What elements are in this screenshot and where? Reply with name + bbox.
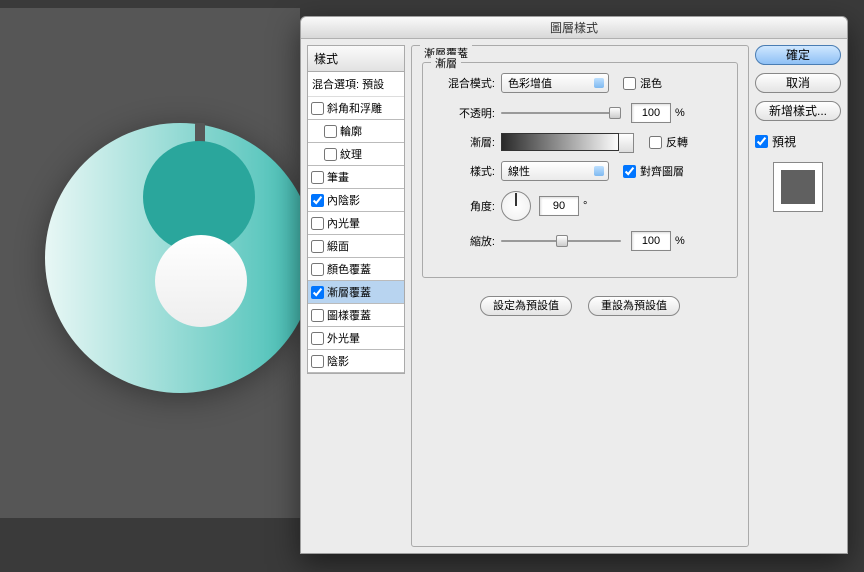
style-checkbox[interactable] <box>311 286 324 299</box>
ok-button[interactable]: 確定 <box>755 45 841 65</box>
style-label: 顏色覆蓋 <box>327 261 371 277</box>
scale-label: 縮放: <box>433 233 495 249</box>
settings-panel: 漸層覆蓋 漸層 混合模式: 色彩增值 混色 不透明: 100 % 漸層: <box>411 45 749 547</box>
style-row[interactable]: 紋理 <box>308 143 404 166</box>
new-style-button[interactable]: 新增樣式... <box>755 101 841 121</box>
style-checkbox[interactable] <box>311 263 324 276</box>
reset-default-button[interactable]: 重設為預設值 <box>588 296 680 316</box>
blend-options-row[interactable]: 混合選項: 預設 <box>308 72 404 97</box>
styles-list: 樣式 混合選項: 預設 斜角和浮雕輪廓紋理筆畫內陰影內光暈緞面顏色覆蓋漸層覆蓋圖… <box>307 45 405 374</box>
style-row[interactable]: 筆畫 <box>308 166 404 189</box>
canvas-background <box>0 8 300 518</box>
style-checkbox[interactable] <box>311 217 324 230</box>
style-row[interactable]: 斜角和浮雕 <box>308 97 404 120</box>
style-label: 紋理 <box>340 146 362 162</box>
style-checkbox[interactable] <box>324 148 337 161</box>
gradient-fieldset-title: 漸層 <box>431 55 461 71</box>
style-row[interactable]: 緞面 <box>308 235 404 258</box>
style-label: 外光暈 <box>327 330 360 346</box>
layer-style-dialog: 圖層樣式 樣式 混合選項: 預設 斜角和浮雕輪廓紋理筆畫內陰影內光暈緞面顏色覆蓋… <box>300 16 848 554</box>
style-row[interactable]: 顏色覆蓋 <box>308 258 404 281</box>
blend-mode-label: 混合模式: <box>433 75 495 91</box>
style-label: 圖樣覆蓋 <box>327 307 371 323</box>
style-label: 內光暈 <box>327 215 360 231</box>
opacity-unit: % <box>675 107 685 119</box>
style-label: 漸層覆蓋 <box>327 284 371 300</box>
action-column: 確定 取消 新增樣式... 預視 <box>755 45 841 547</box>
style-row[interactable]: 內光暈 <box>308 212 404 235</box>
preview-checkbox[interactable]: 預視 <box>755 133 841 150</box>
scale-slider[interactable] <box>501 233 621 249</box>
angle-unit: ° <box>583 200 587 212</box>
opacity-label: 不透明: <box>433 105 495 121</box>
style-checkbox[interactable] <box>311 240 324 253</box>
style-checkbox[interactable] <box>324 125 337 138</box>
reverse-checkbox[interactable]: 反轉 <box>649 134 688 150</box>
opacity-value[interactable]: 100 <box>631 103 671 123</box>
opacity-slider[interactable] <box>501 105 621 121</box>
scale-unit: % <box>675 235 685 247</box>
scale-value[interactable]: 100 <box>631 231 671 251</box>
cancel-button[interactable]: 取消 <box>755 73 841 93</box>
preview-swatch <box>773 162 823 212</box>
style-checkbox[interactable] <box>311 309 324 322</box>
style-checkbox[interactable] <box>311 102 324 115</box>
style-row[interactable]: 圖樣覆蓋 <box>308 304 404 327</box>
blend-mode-select[interactable]: 色彩增值 <box>501 73 609 93</box>
angle-dial[interactable] <box>501 191 531 221</box>
dither-checkbox[interactable]: 混色 <box>623 75 662 91</box>
style-label: 輪廓 <box>340 123 362 139</box>
angle-value[interactable]: 90 <box>539 196 579 216</box>
dialog-title: 圖層樣式 <box>301 17 847 39</box>
style-row[interactable]: 輪廓 <box>308 120 404 143</box>
style-label: 斜角和浮雕 <box>327 100 382 116</box>
style-checkbox[interactable] <box>311 355 324 368</box>
style-checkbox[interactable] <box>311 194 324 207</box>
canvas-artwork <box>45 123 315 393</box>
styles-header[interactable]: 樣式 <box>308 46 404 72</box>
make-default-button[interactable]: 設定為預設值 <box>480 296 572 316</box>
style-row[interactable]: 外光暈 <box>308 327 404 350</box>
gradient-label: 漸層: <box>433 134 495 150</box>
style-label: 內陰影 <box>327 192 360 208</box>
style-checkbox[interactable] <box>311 171 324 184</box>
style-label: 陰影 <box>327 353 349 369</box>
style-label: 緞面 <box>327 238 349 254</box>
style-row[interactable]: 漸層覆蓋 <box>308 281 404 304</box>
angle-label: 角度: <box>433 198 495 214</box>
style-row[interactable]: 陰影 <box>308 350 404 373</box>
style-label: 筆畫 <box>327 169 349 185</box>
style-label: 樣式: <box>433 163 495 179</box>
gradient-style-select[interactable]: 線性 <box>501 161 609 181</box>
align-checkbox[interactable]: 對齊圖層 <box>623 163 684 179</box>
style-checkbox[interactable] <box>311 332 324 345</box>
gradient-picker[interactable] <box>501 133 619 151</box>
styles-column: 樣式 混合選項: 預設 斜角和浮雕輪廓紋理筆畫內陰影內光暈緞面顏色覆蓋漸層覆蓋圖… <box>307 45 405 547</box>
style-row[interactable]: 內陰影 <box>308 189 404 212</box>
